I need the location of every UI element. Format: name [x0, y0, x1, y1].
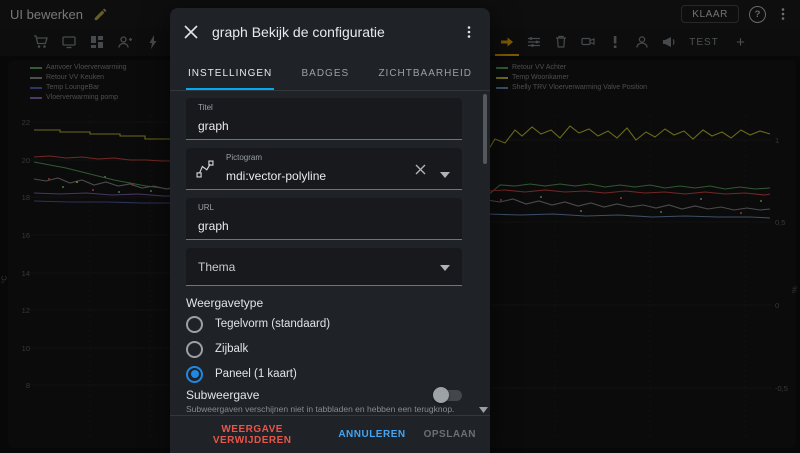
title-field-value: graph: [198, 119, 229, 133]
dialog-header: graph Bekijk de configuratie: [170, 8, 490, 56]
save-button[interactable]: OPSLAAN: [424, 429, 476, 440]
divider: [170, 90, 490, 91]
theme-select[interactable]: Thema: [186, 248, 462, 286]
view-config-dialog: graph Bekijk de configuratie INSTELLINGE…: [170, 8, 490, 453]
view-type-label: Weergavetype: [186, 296, 264, 310]
radio-label: Zijbalk: [215, 343, 249, 355]
dialog-scrollbar-thumb[interactable]: [483, 94, 487, 164]
url-field-value: graph: [198, 219, 229, 233]
tab-badges[interactable]: BADGES: [300, 56, 352, 90]
vector-polyline-icon: [196, 160, 214, 183]
clear-icon[interactable]: [415, 162, 426, 180]
delete-view-button[interactable]: WEERGAVE VERWIJDEREN: [184, 424, 320, 446]
cancel-button[interactable]: ANNULEREN: [338, 429, 405, 440]
dialog-footer: WEERGAVE VERWIJDEREN ANNULEREN OPSLAAN: [170, 415, 490, 453]
tab-instellingen[interactable]: INSTELLINGEN: [186, 56, 275, 90]
subview-label: Subweergave: [186, 388, 260, 402]
chevron-down-icon: [440, 260, 450, 274]
tab-zichtbaarheid[interactable]: ZICHTBAARHEID: [376, 56, 474, 90]
radio-zijbalk[interactable]: Zijbalk: [186, 339, 248, 359]
radio-label: Tegelvorm (standaard): [215, 318, 331, 330]
icon-field[interactable]: Pictogram mdi:vector-polyline: [186, 148, 462, 190]
title-field-label: Titel: [198, 103, 213, 112]
theme-select-label: Thema: [198, 259, 236, 274]
toggle-knob: [433, 386, 449, 403]
dialog-title: graph Bekijk de configuratie: [212, 24, 385, 40]
subview-row: Subweergave: [186, 386, 462, 403]
icon-field-value: mdi:vector-polyline: [226, 169, 327, 183]
radio-paneel[interactable]: Paneel (1 kaart): [186, 364, 297, 384]
radio-tegelvorm[interactable]: Tegelvorm (standaard): [186, 314, 330, 334]
chevron-down-icon[interactable]: [440, 165, 450, 183]
url-field-label: URL: [198, 203, 215, 212]
subview-toggle[interactable]: [433, 386, 462, 403]
title-field[interactable]: Titel graph: [186, 98, 462, 140]
url-field[interactable]: URL graph: [186, 198, 462, 240]
radio-icon-selected: [186, 365, 203, 383]
radio-icon: [186, 340, 203, 358]
close-icon[interactable]: [184, 25, 198, 39]
dialog-tabs: INSTELLINGEN BADGES ZICHTBAARHEID: [170, 56, 490, 90]
dialog-overflow-menu-icon[interactable]: [462, 25, 476, 39]
radio-label: Paneel (1 kaart): [215, 368, 297, 380]
icon-field-label: Pictogram: [226, 153, 263, 162]
subview-helper-text: Subweergaven verschijnen niet in tabblad…: [186, 404, 455, 414]
radio-icon: [186, 315, 203, 333]
